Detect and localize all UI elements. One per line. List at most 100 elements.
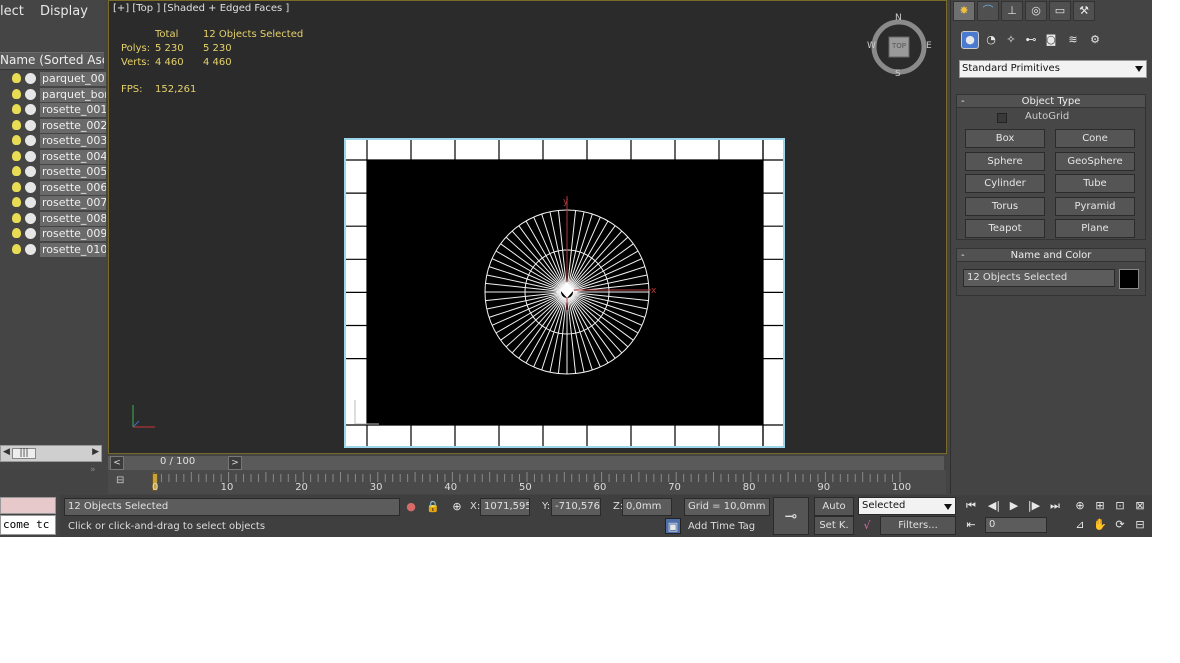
tube-button[interactable]: Tube [1055, 174, 1135, 193]
key-filters-button[interactable]: Filters... [880, 516, 956, 535]
orbit-icon[interactable]: ⟳ [1112, 517, 1128, 533]
set-key-button[interactable]: Set K. [814, 516, 854, 535]
visibility-icon[interactable] [25, 119, 36, 131]
list-item[interactable]: parquet_001 [10, 72, 106, 88]
next-frame-icon[interactable]: |▶ [1026, 498, 1042, 514]
list-item[interactable]: rosette_009 [10, 227, 106, 243]
cameras-icon[interactable]: ⊷ [1023, 32, 1039, 48]
compass-west[interactable]: W [867, 41, 876, 51]
parquet-border-object[interactable]: y x [344, 138, 785, 448]
pan-hand-icon[interactable]: ✋ [1092, 517, 1108, 533]
zoom-extents-icon[interactable]: ⊡ [1112, 498, 1128, 514]
torus-button[interactable]: Torus [965, 196, 1045, 216]
primitives-dropdown[interactable]: Standard Primitives [959, 60, 1147, 78]
compass-north[interactable]: N [895, 13, 902, 23]
maxscript-mini-listener-bottom[interactable]: come tc [0, 515, 56, 535]
visibility-icon[interactable] [25, 150, 36, 162]
light-bulb-icon[interactable] [12, 135, 21, 145]
systems-icon[interactable]: ⚙ [1087, 32, 1103, 48]
key-tangent-icon[interactable]: √ [859, 518, 875, 534]
viewport-top[interactable]: [+] [Top ] [Shaded + Edged Faces ] Total… [108, 0, 947, 454]
name-color-header[interactable]: - Name and Color [957, 249, 1145, 262]
list-item[interactable]: rosette_005 [10, 165, 106, 181]
box-button[interactable]: Box [965, 129, 1045, 148]
zoom-extents-all-icon[interactable]: ⊠ [1132, 498, 1148, 514]
z-coord-field[interactable]: 0,0mm [622, 498, 672, 516]
selection-lock-icon[interactable]: 🔒 [425, 499, 441, 515]
object-name[interactable]: rosette_006 [40, 180, 106, 195]
light-bulb-icon[interactable] [12, 150, 21, 161]
goto-end-icon[interactable]: ⏭ [1047, 498, 1063, 514]
pyramid-button[interactable]: Pyramid [1055, 196, 1135, 216]
cone-button[interactable]: Cone [1055, 129, 1135, 148]
list-item[interactable]: rosette_004 [10, 149, 106, 166]
scroll-thumb[interactable]: ||| [12, 448, 36, 459]
object-name[interactable]: rosette_001 [40, 103, 106, 117]
list-item[interactable]: rosette_007 [10, 196, 106, 212]
absolute-mode-transform-icon[interactable]: ⊕ [449, 499, 465, 515]
object-name[interactable]: rosette_007 [40, 196, 106, 210]
object-name[interactable]: rosette_002 [40, 118, 106, 133]
compass-east[interactable]: E [926, 41, 932, 51]
autogrid-checkbox[interactable] [997, 113, 1007, 123]
menu-select[interactable]: lect [0, 4, 24, 19]
list-item[interactable]: rosette_010 [10, 242, 106, 259]
name-column-header[interactable]: Name (Sorted Ascending) [0, 52, 104, 70]
tab-create[interactable]: ✸ [953, 1, 975, 21]
play-icon[interactable]: ▶ [1006, 498, 1022, 514]
plane-button[interactable]: Plane [1055, 219, 1135, 238]
visibility-icon[interactable] [25, 166, 36, 177]
visibility-icon[interactable] [25, 228, 36, 239]
object-name[interactable]: rosette_008 [40, 211, 106, 226]
list-item[interactable]: parquet_border [10, 87, 106, 104]
light-bulb-icon[interactable] [12, 73, 21, 83]
maxscript-mini-listener-top[interactable] [0, 497, 56, 514]
space-warps-icon[interactable]: ≋ [1065, 32, 1081, 48]
list-item[interactable]: rosette_001 [10, 103, 106, 119]
scroll-left-arrow-icon[interactable]: ◀ [3, 447, 10, 457]
previous-frame-icon[interactable]: ◀| [986, 498, 1002, 514]
object-name[interactable]: rosette_009 [40, 227, 106, 241]
light-bulb-icon[interactable] [12, 181, 21, 192]
time-next-button[interactable]: > [228, 456, 242, 470]
object-name[interactable]: rosette_010 [40, 242, 106, 257]
object-name[interactable]: rosette_005 [40, 165, 106, 179]
light-bulb-icon[interactable] [12, 104, 21, 114]
visibility-icon[interactable] [25, 243, 36, 255]
time-prev-button[interactable]: < [110, 456, 124, 470]
parquet-center-floor[interactable]: y x [354, 160, 763, 425]
tab-hierarchy[interactable]: ⊥ [1001, 1, 1023, 21]
maximize-viewport-icon[interactable]: ⊟ [1132, 517, 1148, 533]
object-name[interactable]: parquet_border [40, 87, 106, 102]
list-item[interactable]: rosette_006 [10, 180, 106, 197]
lights-icon[interactable]: ✧ [1003, 32, 1019, 48]
key-mode-toggle-icon[interactable]: ⇤ [963, 517, 979, 533]
key-filter-dropdown-arrow-icon[interactable] [944, 504, 952, 510]
shapes-icon[interactable]: ◔ [983, 32, 999, 48]
visibility-icon[interactable] [25, 88, 36, 100]
list-item[interactable]: rosette_003 [10, 134, 106, 150]
geosphere-button[interactable]: GeoSphere [1055, 151, 1135, 171]
y-coord-field[interactable]: -710,576m [551, 498, 601, 516]
visibility-icon[interactable] [25, 212, 36, 224]
light-bulb-icon[interactable] [12, 228, 21, 238]
object-name[interactable]: rosette_003 [40, 134, 106, 148]
sphere-button[interactable]: Sphere [965, 151, 1045, 171]
key-filter-dropdown[interactable]: Selected [858, 497, 956, 515]
list-item[interactable]: rosette_008 [10, 211, 106, 228]
tab-motion[interactable]: ◎ [1025, 1, 1047, 21]
time-tag-icon[interactable]: ▣ [665, 518, 681, 534]
expand-arrows-icon[interactable]: » [90, 465, 96, 475]
light-bulb-icon[interactable] [12, 88, 21, 99]
geometry-icon[interactable]: ● [961, 31, 979, 49]
scroll-right-arrow-icon[interactable]: ▶ [92, 447, 99, 457]
visibility-icon[interactable] [25, 197, 36, 208]
tab-utilities[interactable]: ⚒ [1073, 1, 1095, 21]
track-bar[interactable]: ⊟ 0 10 20 30 40 50 60 70 80 90 100 [108, 470, 946, 494]
cylinder-button[interactable]: Cylinder [965, 174, 1045, 193]
object-type-header[interactable]: - Object Type [957, 95, 1145, 108]
helpers-icon[interactable]: ◙ [1043, 32, 1059, 48]
compass-south[interactable]: S [895, 69, 901, 79]
isolate-selection-icon[interactable]: ● [403, 499, 419, 515]
mini-curve-editor-icon[interactable]: ⊟ [116, 475, 134, 489]
